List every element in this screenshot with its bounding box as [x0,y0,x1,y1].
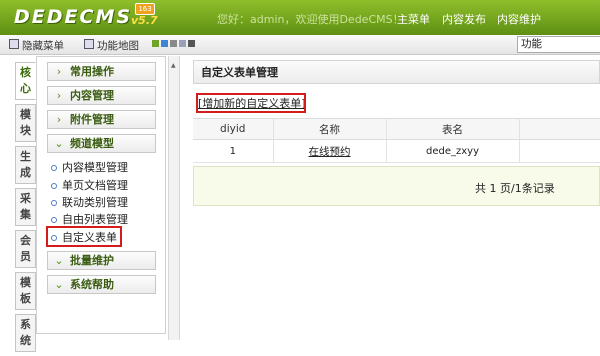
menu-group-batch[interactable]: ⌄ 批量维护 [47,251,156,270]
tab-member[interactable]: 会员 [15,230,36,268]
tab-generate[interactable]: 生成 [15,146,36,184]
menu-group-attachment[interactable]: › 附件管理 [47,110,156,129]
panel-splitter[interactable]: ▲ [168,56,180,340]
menu-item-linkage-category[interactable]: 联动类别管理 [51,194,128,210]
chevron-down-icon: ⌄ [54,278,64,291]
menu-group-help[interactable]: ⌄ 系统帮助 [47,275,156,294]
toolbar: 隐藏菜单 功能地图 功能 [0,35,600,55]
skin-green-icon[interactable] [152,40,159,47]
cell-actions [519,139,600,163]
nav-content-maintain[interactable]: 内容维护 [497,11,541,27]
menu-group-common[interactable]: › 常用操作 [47,62,156,81]
column-header-table: 表名 [386,118,520,140]
bullet-icon [51,165,57,171]
bullet-icon [51,217,57,223]
table-row: 1 在线预约 dede_zxyy [193,139,600,163]
bullet-icon [51,200,57,206]
main-content: 自定义表单管理 [增加新的自定义表单] diyid 名称 表名 1 在线预约 d… [193,60,600,340]
func-map-icon[interactable] [84,39,94,49]
custom-form-table: diyid 名称 表名 1 在线预约 dede_zxyy [193,118,600,163]
skin-gray-icon[interactable] [170,40,177,47]
action-row: [增加新的自定义表单] [193,88,600,116]
chevron-down-icon: ⌄ [54,254,64,267]
func-map-link[interactable]: 功能地图 [97,38,139,53]
pagination-text: 共 1 页/1条记录 [475,182,555,195]
cell-name-link[interactable]: 在线预约 [273,139,387,163]
highlight-box-custom-form [46,226,122,247]
cell-diyid: 1 [193,139,274,163]
column-header-name: 名称 [273,118,387,140]
chevron-down-icon: ⌄ [54,137,64,150]
page-title: 自定义表单管理 [193,60,600,84]
chevron-right-icon: › [56,89,62,102]
cell-table-name: dede_zxyy [386,139,520,163]
chevron-right-icon: › [56,113,62,126]
chevron-right-icon: › [56,65,62,78]
menu-group-label: 系统帮助 [70,278,114,291]
menu-group-content[interactable]: › 内容管理 [47,86,156,105]
menu-item-free-list[interactable]: 自由列表管理 [51,211,128,227]
skin-blue-icon[interactable] [161,40,168,47]
pagination-bar: 共 1 页/1条记录 [193,166,600,206]
skin-dark-icon[interactable] [188,40,195,47]
welcome-text: 您好：admin，欢迎使用DedeCMS！ [217,13,404,26]
menu-group-label: 内容管理 [70,89,114,102]
hide-menu-link[interactable]: 隐藏菜单 [22,38,64,53]
nav-content-publish[interactable]: 内容发布 [442,11,486,27]
menu-item-single-page[interactable]: 单页文档管理 [51,177,128,193]
tab-core[interactable]: 核心 [15,62,36,100]
menu-group-label: 常用操作 [70,65,114,78]
skin-slate-icon[interactable] [179,40,186,47]
nav-main-menu[interactable]: 主菜单 [397,11,430,27]
menu-group-label: 附件管理 [70,113,114,126]
dedecms-logo: DEDECMS [14,6,133,28]
menu-group-label: 频道模型 [70,137,114,150]
tab-module[interactable]: 模块 [15,104,36,142]
table-header-row: diyid 名称 表名 [193,118,600,140]
column-header-actions [519,118,600,140]
menu-item-content-model[interactable]: 内容模型管理 [51,159,128,175]
menu-group-channel-model[interactable]: ⌄ 频道模型 [47,134,156,153]
menu-group-label: 批量维护 [70,254,114,267]
highlight-box-add-link [196,93,306,113]
tab-collect[interactable]: 采集 [15,188,36,226]
tab-system[interactable]: 系统 [15,314,36,352]
version-label: v5.7 [131,14,158,27]
hide-menu-icon[interactable] [9,39,19,49]
top-header: DEDECMS 163 v5.7 您好：admin，欢迎使用DedeCMS！ 主… [0,0,600,35]
column-header-diyid: diyid [193,118,274,140]
tab-template[interactable]: 模板 [15,272,36,310]
function-search-box[interactable]: 功能 [517,36,600,53]
bullet-icon [51,183,57,189]
collapse-arrow-icon[interactable]: ▲ [171,62,176,69]
